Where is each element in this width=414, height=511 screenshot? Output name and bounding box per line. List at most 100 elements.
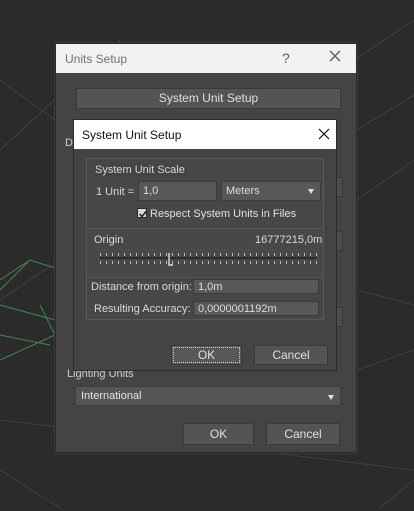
slider-tick [130, 253, 131, 256]
distance-from-origin-field[interactable]: 1,0m [193, 279, 319, 294]
slider-tick [280, 261, 281, 264]
lighting-units-value: International [81, 390, 142, 402]
chevron-down-icon [308, 189, 314, 194]
slider-tick [112, 261, 113, 264]
slider-tick [106, 253, 107, 256]
system-unit-setup-title: System Unit Setup [82, 128, 182, 142]
slider-tick [178, 261, 179, 264]
slider-tick [304, 253, 305, 256]
slider-tick [208, 261, 209, 264]
slider-tick [214, 253, 215, 256]
slider-tick [130, 261, 131, 264]
units-setup-titlebar[interactable]: Units Setup ? [56, 44, 356, 73]
slider-handle[interactable] [168, 253, 174, 267]
slider-tick [244, 253, 245, 256]
respect-system-units-label: Respect System Units in Files [150, 208, 297, 220]
slider-tick [256, 253, 257, 256]
slider-tick [304, 261, 305, 264]
slider-tick [154, 253, 155, 256]
slider-tick [160, 261, 161, 264]
slider-tick [268, 253, 269, 256]
slider-tick [226, 261, 227, 264]
slider-tick [100, 261, 101, 264]
slider-tick [310, 253, 311, 256]
resulting-accuracy-value: 0,0000001192m [198, 303, 277, 315]
slider-tick [250, 253, 251, 256]
distance-from-origin-value: 1,0m [198, 281, 223, 293]
resulting-accuracy-field: 0,0000001192m [193, 301, 319, 316]
cancel-button[interactable]: Cancel [266, 423, 340, 445]
slider-tick [160, 253, 161, 256]
system-unit-setup-dialog: System Unit Setup System Unit Scale 1 Un… [73, 119, 337, 371]
slider-tick [124, 253, 125, 256]
close-icon[interactable] [327, 48, 343, 64]
slider-tick [166, 261, 167, 264]
slider-tick [316, 261, 317, 264]
slider-tick [298, 261, 299, 264]
help-button[interactable]: ? [282, 50, 290, 66]
slider-tick [286, 261, 287, 264]
slider-tick [214, 261, 215, 264]
slider-tick [124, 261, 125, 264]
origin-value: 16777215,0m [255, 234, 323, 246]
slider-tick [220, 253, 221, 256]
slider-tick [100, 253, 101, 256]
slider-tick [238, 253, 239, 256]
close-icon[interactable] [317, 127, 331, 141]
unit-type-select[interactable]: Meters [221, 181, 321, 201]
slider-tick [202, 261, 203, 264]
slider-tick [310, 261, 311, 264]
system-unit-setup-titlebar[interactable]: System Unit Setup [74, 120, 336, 149]
slider-tick [142, 261, 143, 264]
distance-from-origin-label: Distance from origin: [91, 281, 192, 293]
slider-tick [196, 261, 197, 264]
units-setup-title: Units Setup [65, 52, 128, 66]
slider-tick [202, 253, 203, 256]
green-mesh [0, 259, 56, 361]
slider-tick [136, 261, 137, 264]
slider-tick [226, 253, 227, 256]
resulting-accuracy-label: Resulting Accuracy: [94, 303, 191, 315]
slider-tick [118, 261, 119, 264]
slider-tick [208, 253, 209, 256]
slider-tick [184, 261, 185, 264]
ok-button[interactable]: OK [171, 345, 242, 365]
unit-type-value: Meters [226, 185, 260, 197]
slider-tick [286, 253, 287, 256]
slider-tick [244, 261, 245, 264]
slider-tick [232, 253, 233, 256]
slider-tick [292, 253, 293, 256]
lighting-units-select[interactable]: International [75, 386, 341, 406]
slider-tick [280, 253, 281, 256]
check-icon [138, 210, 148, 218]
chevron-down-icon [328, 395, 334, 400]
slider-tick [274, 261, 275, 264]
slider-tick [220, 261, 221, 264]
slider-tick [148, 261, 149, 264]
slider-tick [268, 261, 269, 264]
slider-tick [184, 253, 185, 256]
slider-tick [292, 261, 293, 264]
slider-track [100, 257, 316, 259]
system-unit-setup-button[interactable]: System Unit Setup [76, 88, 341, 109]
slider-tick [316, 253, 317, 256]
slider-tick [232, 261, 233, 264]
slider-tick [262, 253, 263, 256]
respect-system-units-checkbox[interactable] [137, 208, 148, 218]
slider-tick [190, 261, 191, 264]
unit-equals-label: 1 Unit = [96, 186, 135, 198]
unit-scale-value: 1,0 [143, 185, 159, 197]
slider-tick [148, 253, 149, 256]
slider-tick [250, 261, 251, 264]
slider-tick [118, 253, 119, 256]
ok-button[interactable]: OK [183, 423, 254, 445]
cancel-button[interactable]: Cancel [254, 345, 328, 365]
slider-tick [136, 253, 137, 256]
slider-tick [238, 261, 239, 264]
slider-tick [196, 253, 197, 256]
slider-tick [274, 253, 275, 256]
slider-tick [106, 261, 107, 264]
slider-tick [298, 253, 299, 256]
origin-slider[interactable] [100, 253, 317, 267]
unit-scale-input[interactable]: 1,0 [138, 181, 217, 201]
